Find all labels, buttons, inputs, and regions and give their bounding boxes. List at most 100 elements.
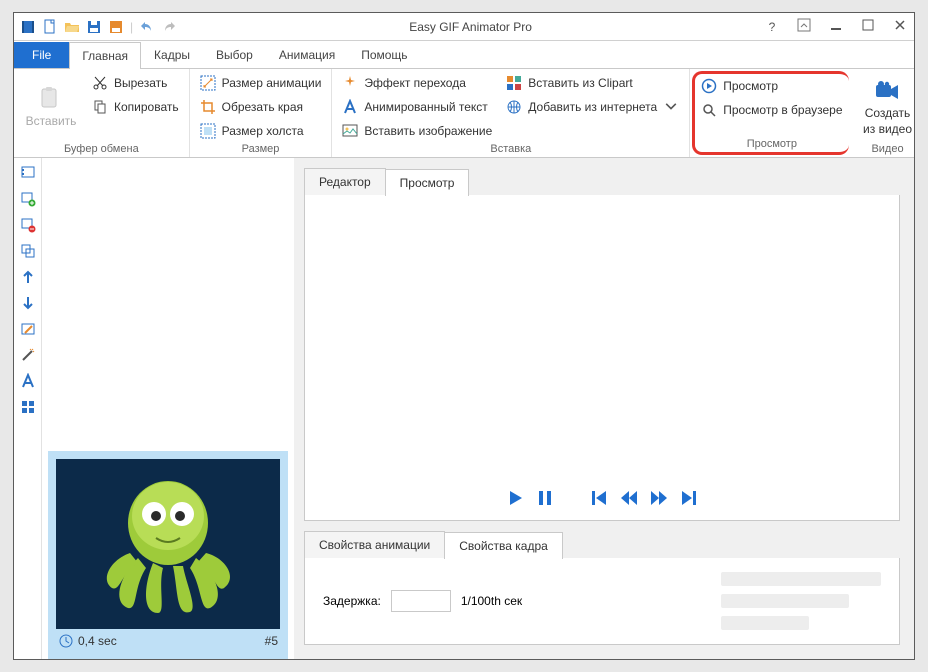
globe-icon [506, 99, 522, 115]
wand-icon[interactable] [19, 346, 37, 364]
next-icon[interactable] [650, 489, 668, 510]
undo-icon[interactable] [139, 19, 155, 35]
frame-thumbnail[interactable]: 0,4 sec #5 [48, 451, 288, 659]
tab-editor[interactable]: Редактор [304, 168, 386, 195]
delay-label: Задержка: [323, 594, 381, 608]
from-web-button[interactable]: Добавить из интернета [504, 97, 681, 117]
paste-label: Вставить [26, 114, 77, 128]
create-from-video-button[interactable]: Создать из видео [859, 73, 917, 141]
redo-icon[interactable] [161, 19, 177, 35]
group-video: Создать из видео Видео [851, 69, 925, 157]
side-toolbar [14, 158, 42, 659]
main-column: Редактор Просмотр [294, 158, 914, 659]
preview-label: Просмотр [723, 79, 778, 93]
group-size-label: Размер [198, 141, 324, 155]
arrow-up-icon[interactable] [19, 268, 37, 286]
group-clipboard: Вставить Вырезать Копировать Буфер обмен… [14, 69, 190, 157]
paste-button[interactable]: Вставить [22, 73, 80, 141]
tab-frame-props[interactable]: Свойства кадра [444, 532, 563, 559]
tool-edit-icon[interactable] [19, 320, 37, 338]
save-web-icon[interactable] [108, 19, 124, 35]
camcorder-icon [873, 78, 903, 104]
scissors-icon [92, 75, 108, 91]
tab-preview[interactable]: Просмотр [385, 169, 470, 196]
arrow-down-icon[interactable] [19, 294, 37, 312]
paste-icon [36, 86, 66, 112]
text-tool-icon[interactable] [19, 372, 37, 390]
grid-icon[interactable] [19, 398, 37, 416]
copy-icon [92, 99, 108, 115]
frame-index: #5 [265, 634, 278, 648]
canvas-size-button[interactable]: Размер холста [198, 121, 324, 141]
tab-select[interactable]: Выбор [203, 41, 266, 68]
play-circle-icon [701, 78, 717, 94]
crop-icon [200, 99, 216, 115]
app-title: Easy GIF Animator Pro [177, 20, 764, 34]
first-icon[interactable] [590, 489, 608, 510]
film-icon[interactable] [20, 19, 36, 35]
preview-button[interactable]: Просмотр [699, 76, 844, 96]
copy-label: Копировать [114, 100, 179, 114]
tab-home[interactable]: Главная [69, 42, 141, 69]
anim-size-label: Размер анимации [222, 76, 322, 90]
frame-image [56, 459, 280, 629]
new-doc-icon[interactable] [42, 19, 58, 35]
close-icon[interactable] [892, 19, 908, 34]
pause-icon[interactable] [536, 489, 554, 510]
insert-image-button[interactable]: Вставить изображение [340, 121, 494, 141]
canvas-icon [200, 123, 216, 139]
workarea: 0,4 sec #5 Редактор Просмотр [14, 158, 914, 659]
cut-label: Вырезать [114, 76, 167, 90]
playback-controls [305, 478, 899, 520]
props-tabs: Свойства анимации Свойства кадра [304, 531, 900, 558]
copy-button[interactable]: Копировать [90, 97, 181, 117]
insert-image-label: Вставить изображение [364, 124, 492, 138]
video-label-1: Создать [865, 106, 911, 120]
cut-button[interactable]: Вырезать [90, 73, 181, 93]
tab-anim-props[interactable]: Свойства анимации [304, 531, 445, 558]
tab-animation[interactable]: Анимация [266, 41, 348, 68]
group-video-label: Видео [859, 141, 917, 155]
transition-button[interactable]: Эффект перехода [340, 73, 494, 93]
play-icon[interactable] [506, 489, 524, 510]
preview-browser-label: Просмотр в браузере [723, 103, 842, 117]
anim-text-button[interactable]: Анимированный текст [340, 97, 494, 117]
ribbon-tabs: File Главная Кадры Выбор Анимация Помощь [14, 41, 914, 69]
quick-access-toolbar: | [20, 19, 177, 35]
tab-frames[interactable]: Кадры [141, 41, 203, 68]
ribbon-toggle-icon[interactable] [796, 18, 812, 35]
tool-dup-icon[interactable] [19, 242, 37, 260]
letter-a-icon [342, 99, 358, 115]
file-tab[interactable]: File [14, 42, 69, 68]
minimize-icon[interactable] [828, 19, 844, 34]
tool-remove-icon[interactable] [19, 216, 37, 234]
browser-search-icon [701, 102, 717, 118]
titlebar: | Easy GIF Animator Pro ? [14, 13, 914, 41]
preview-browser-button[interactable]: Просмотр в браузере [699, 100, 844, 120]
sparkle-icon [342, 75, 358, 91]
anim-size-button[interactable]: Размер анимации [198, 73, 324, 93]
group-clipboard-label: Буфер обмена [22, 141, 181, 155]
clipart-button[interactable]: Вставить из Clipart [504, 73, 681, 93]
placeholder-lines [721, 572, 881, 630]
properties-panel: Свойства анимации Свойства кадра Задержк… [304, 531, 900, 645]
help-icon[interactable]: ? [764, 20, 780, 34]
from-web-label: Добавить из интернета [528, 100, 657, 114]
tab-help[interactable]: Помощь [348, 41, 420, 68]
tool-add-icon[interactable] [19, 190, 37, 208]
maximize-icon[interactable] [860, 19, 876, 34]
frames-column: 0,4 sec #5 [42, 158, 294, 659]
open-folder-icon[interactable] [64, 19, 80, 35]
save-icon[interactable] [86, 19, 102, 35]
transition-label: Эффект перехода [364, 76, 465, 90]
frame-meta: 0,4 sec #5 [56, 629, 280, 651]
delay-input[interactable] [391, 590, 451, 612]
canvas-size-label: Размер холста [222, 124, 304, 138]
anim-text-label: Анимированный текст [364, 100, 487, 114]
crop-button[interactable]: Обрезать края [198, 97, 324, 117]
tool-1-icon[interactable] [19, 164, 37, 182]
group-insert-label: Вставка [340, 141, 681, 155]
prev-icon[interactable] [620, 489, 638, 510]
last-icon[interactable] [680, 489, 698, 510]
delay-unit: 1/100th сек [461, 594, 522, 608]
